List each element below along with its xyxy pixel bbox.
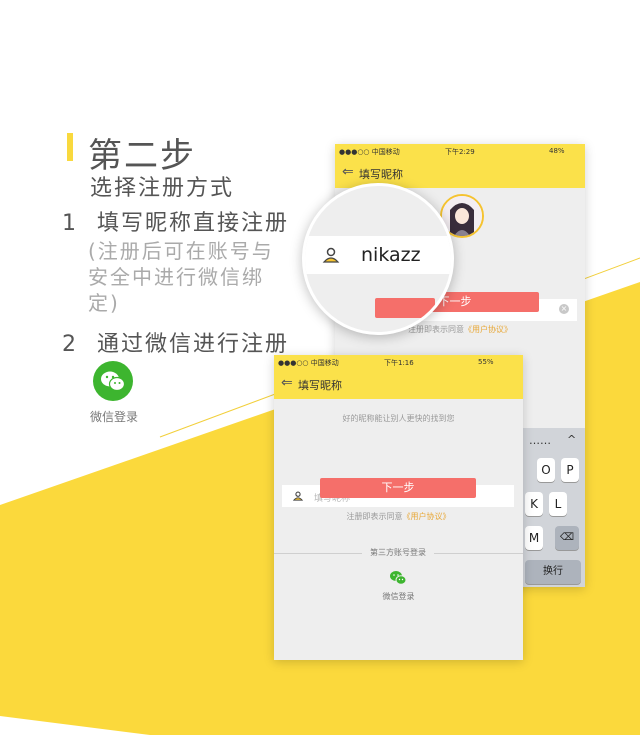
magnifier-callout: nikazz [302, 183, 454, 335]
magnified-button-edge [375, 298, 435, 318]
nav-bar: ⇐ 填写昵称 [274, 369, 523, 399]
wechat-login-label: 微信登录 [89, 410, 138, 424]
magnified-input-row: nikazz [305, 236, 451, 274]
status-carrier: ●●●○○ 中国移动 [278, 359, 339, 367]
key-m[interactable]: M [525, 526, 543, 550]
status-battery: 55% [478, 358, 494, 366]
option-1-note: (注册后可在账号与安全中进行微信绑定) [88, 239, 274, 315]
status-time: 下午2:29 [445, 148, 475, 156]
nav-title: 填写昵称 [298, 379, 342, 392]
status-carrier: ●●●○○ 中国移动 [339, 148, 400, 156]
keyboard: …… ^ O P K L M ⌫ 换行 [523, 428, 585, 587]
third-party-login-label: 第三方账号登录 [362, 547, 434, 558]
step-subtitle: 选择注册方式 [90, 176, 235, 201]
option-1: 1 填写昵称直接注册 [62, 205, 289, 237]
status-time: 下午1:16 [384, 359, 414, 367]
option-2-number: 2 [62, 332, 78, 357]
option-1-number: 1 [62, 211, 78, 236]
phone-screen-front: ●●●○○ 中国移动 下午1:16 55% ⇐ 填写昵称 好的昵称能让别人更快的… [274, 355, 523, 660]
agreement-prefix: 注册即表示同意 [408, 325, 464, 334]
agreement-prefix: 注册即表示同意 [346, 512, 403, 521]
back-arrow-icon[interactable]: ⇐ [281, 375, 293, 391]
status-bar: ●●●○○ 中国移动 下午2:29 48% [335, 144, 585, 158]
wechat-login-label: 微信登录 [382, 592, 415, 601]
nav-title: 填写昵称 [359, 168, 403, 181]
option-2: 2 通过微信进行注册 [62, 326, 289, 358]
nickname-hint: 好的昵称能让别人更快的找到您 [342, 414, 455, 423]
wechat-login-button[interactable] [93, 361, 133, 401]
nickname-value: nikazz [361, 244, 421, 266]
user-agreement-link[interactable]: 《用户协议》 [403, 512, 451, 521]
user-agreement-link[interactable]: 《用户协议》 [464, 325, 512, 334]
keyboard-collapse-icon[interactable]: ^ [567, 433, 576, 446]
option-2-text: 通过微信进行注册 [97, 332, 290, 357]
key-k[interactable]: K [525, 492, 543, 516]
back-arrow-icon[interactable]: ⇐ [342, 164, 354, 180]
keyboard-ellipsis-key[interactable]: …… [529, 434, 551, 447]
key-l[interactable]: L [549, 492, 567, 516]
step-accent-bar [67, 133, 73, 161]
agreement-text: 注册即表示同意《用户协议》 [274, 511, 523, 522]
key-p[interactable]: P [561, 458, 579, 482]
backspace-key-icon[interactable]: ⌫ [555, 526, 579, 550]
option-1-text: 填写昵称直接注册 [97, 211, 290, 236]
key-o[interactable]: O [537, 458, 555, 482]
next-step-button[interactable]: 下一步 [320, 478, 476, 498]
user-icon [292, 491, 304, 501]
wechat-icon [101, 371, 126, 392]
wechat-icon [390, 571, 407, 585]
status-battery: 48% [549, 147, 565, 155]
return-key[interactable]: 换行 [525, 560, 581, 584]
user-icon [322, 247, 340, 263]
status-bar: ●●●○○ 中国移动 下午1:16 55% [274, 355, 523, 369]
clear-input-icon[interactable]: × [559, 304, 569, 314]
wechat-login-button[interactable] [388, 569, 408, 587]
